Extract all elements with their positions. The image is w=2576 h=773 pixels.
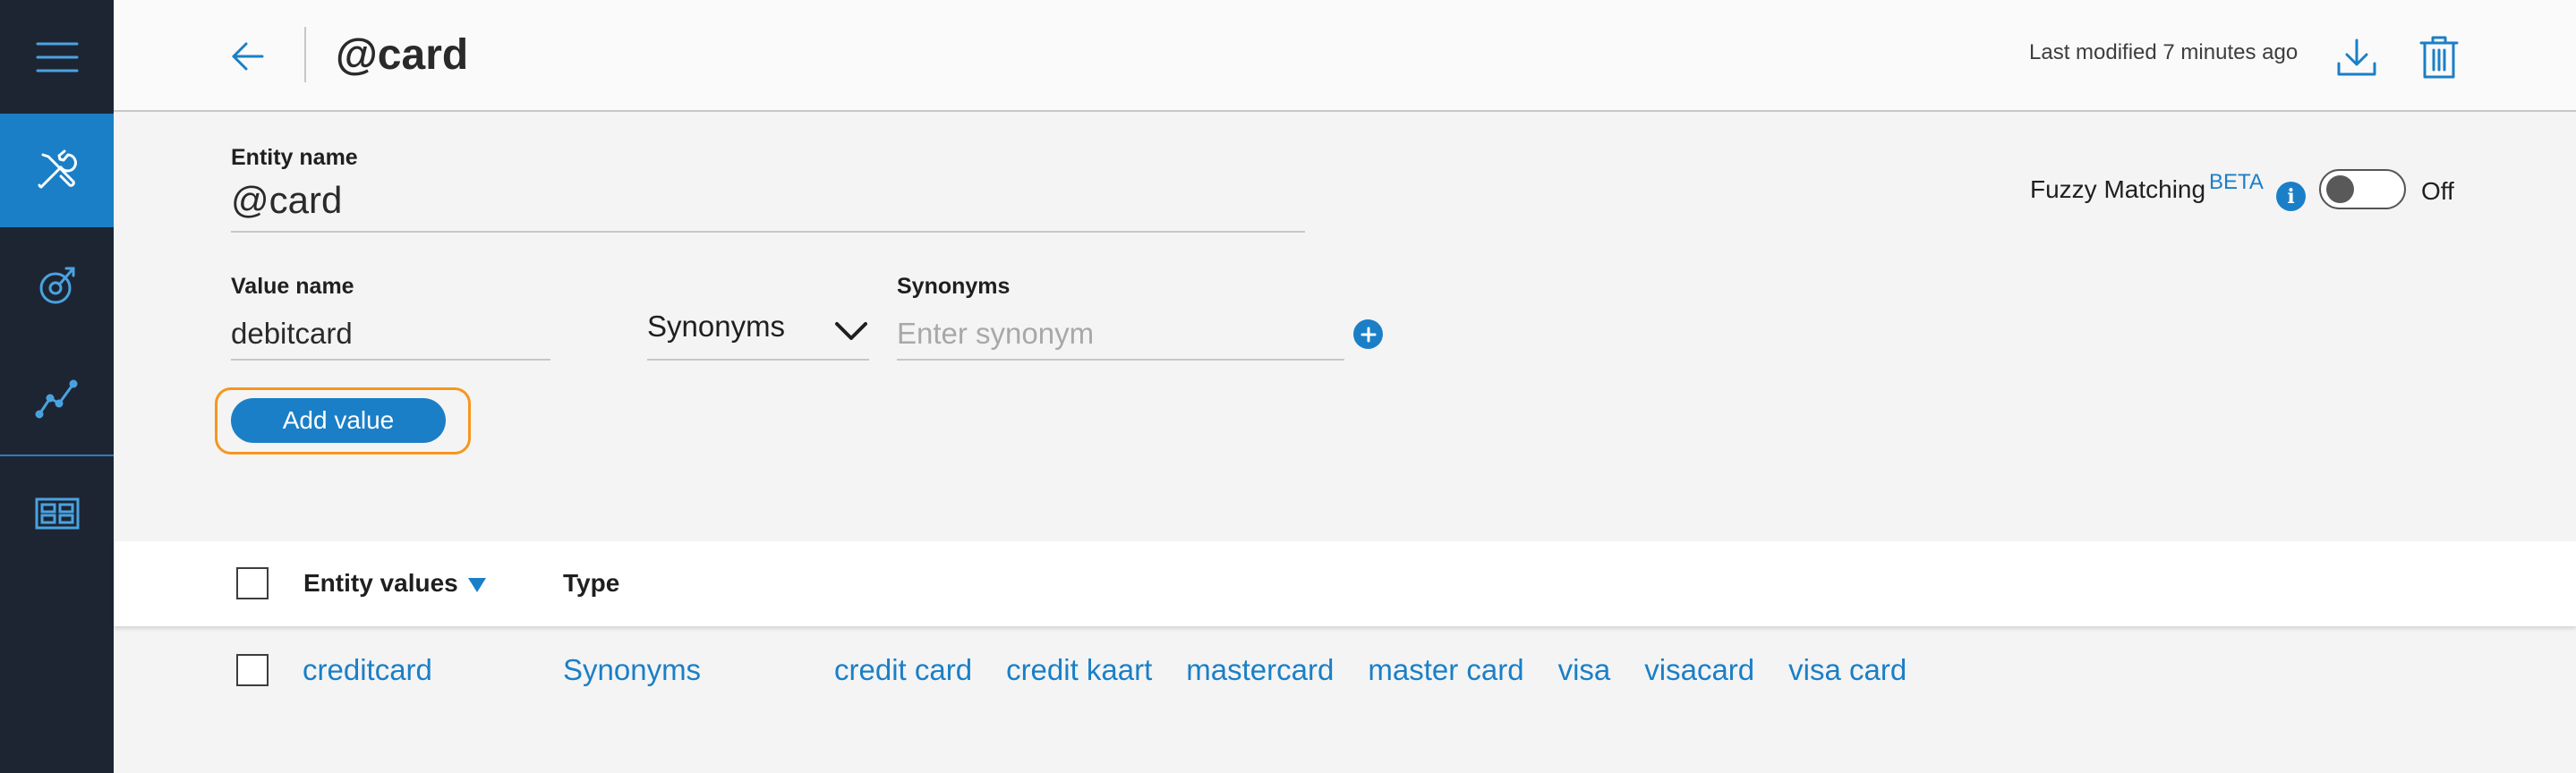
synonym-item[interactable]: mastercard [1186, 653, 1334, 687]
sidebar [0, 0, 114, 773]
column-header-entity-values[interactable]: Entity values [303, 569, 458, 598]
back-button[interactable] [226, 34, 270, 79]
arrow-left-icon [232, 42, 264, 71]
synonym-underline [897, 359, 1344, 361]
value-type-select[interactable]: Synonyms [647, 304, 869, 360]
synonym-input[interactable] [897, 311, 1344, 356]
value-name-underline [231, 359, 550, 361]
trash-icon [2419, 36, 2459, 79]
toggle-state-label: Off [2421, 177, 2454, 205]
add-value-button[interactable]: Add value [231, 398, 446, 443]
tools-icon [38, 149, 77, 188]
toggle-knob [2326, 175, 2354, 203]
header-separator [304, 27, 306, 82]
value-type-selected: Synonyms [647, 310, 786, 343]
entity-value-type[interactable]: Synonyms [563, 653, 701, 687]
value-name-field[interactable]: debitcard [231, 317, 353, 351]
column-header-type: Type [563, 569, 620, 597]
entity-name-label: Entity name [231, 145, 358, 170]
value-name-label: Value name [231, 274, 354, 299]
dashboard-icon [35, 497, 79, 529]
value-type-underline [647, 359, 869, 361]
download-icon [2337, 38, 2376, 76]
add-synonym-button[interactable] [1353, 319, 1383, 349]
sidebar-item-deploy[interactable] [0, 227, 114, 341]
menu-button[interactable] [0, 0, 114, 114]
download-button[interactable] [2332, 32, 2382, 82]
entity-value-link[interactable]: creditcard [303, 653, 432, 687]
sidebar-item-dashboard[interactable] [0, 456, 114, 570]
plus-icon [1361, 327, 1376, 342]
row-checkbox[interactable] [236, 654, 269, 686]
page-title: @card [336, 31, 469, 79]
delete-button[interactable] [2414, 32, 2464, 82]
deploy-icon [39, 267, 74, 303]
synonym-item[interactable]: credit kaart [1006, 653, 1152, 687]
fuzzy-matching-toggle[interactable] [2319, 169, 2406, 209]
info-icon[interactable]: i [2276, 182, 2306, 211]
chevron-down-icon [835, 322, 867, 340]
analytics-icon [35, 379, 77, 418]
synonym-list: credit card credit kaart mastercard mast… [834, 653, 1906, 687]
page-header: @card Last modified 7 minutes ago [114, 0, 2576, 112]
last-modified-text: Last modified 7 minutes ago [2029, 40, 2299, 64]
synonym-item[interactable]: credit card [834, 653, 972, 687]
select-all-checkbox[interactable] [236, 567, 269, 599]
synonym-item[interactable]: visacard [1644, 653, 1754, 687]
sidebar-item-analytics[interactable] [0, 341, 114, 454]
synonym-item[interactable]: master card [1368, 653, 1523, 687]
synonyms-label: Synonyms [897, 274, 1011, 299]
beta-badge: BETA [2209, 170, 2264, 194]
menu-icon [36, 42, 78, 72]
synonym-item[interactable]: visa [1558, 653, 1611, 687]
synonym-item[interactable]: visa card [1788, 653, 1906, 687]
entity-name-field[interactable]: @card [231, 179, 342, 222]
sidebar-item-build[interactable] [0, 114, 114, 227]
sort-descending-icon[interactable] [467, 577, 487, 593]
fuzzy-matching-label: Fuzzy Matching [2030, 175, 2206, 203]
entity-name-underline [231, 231, 1305, 233]
